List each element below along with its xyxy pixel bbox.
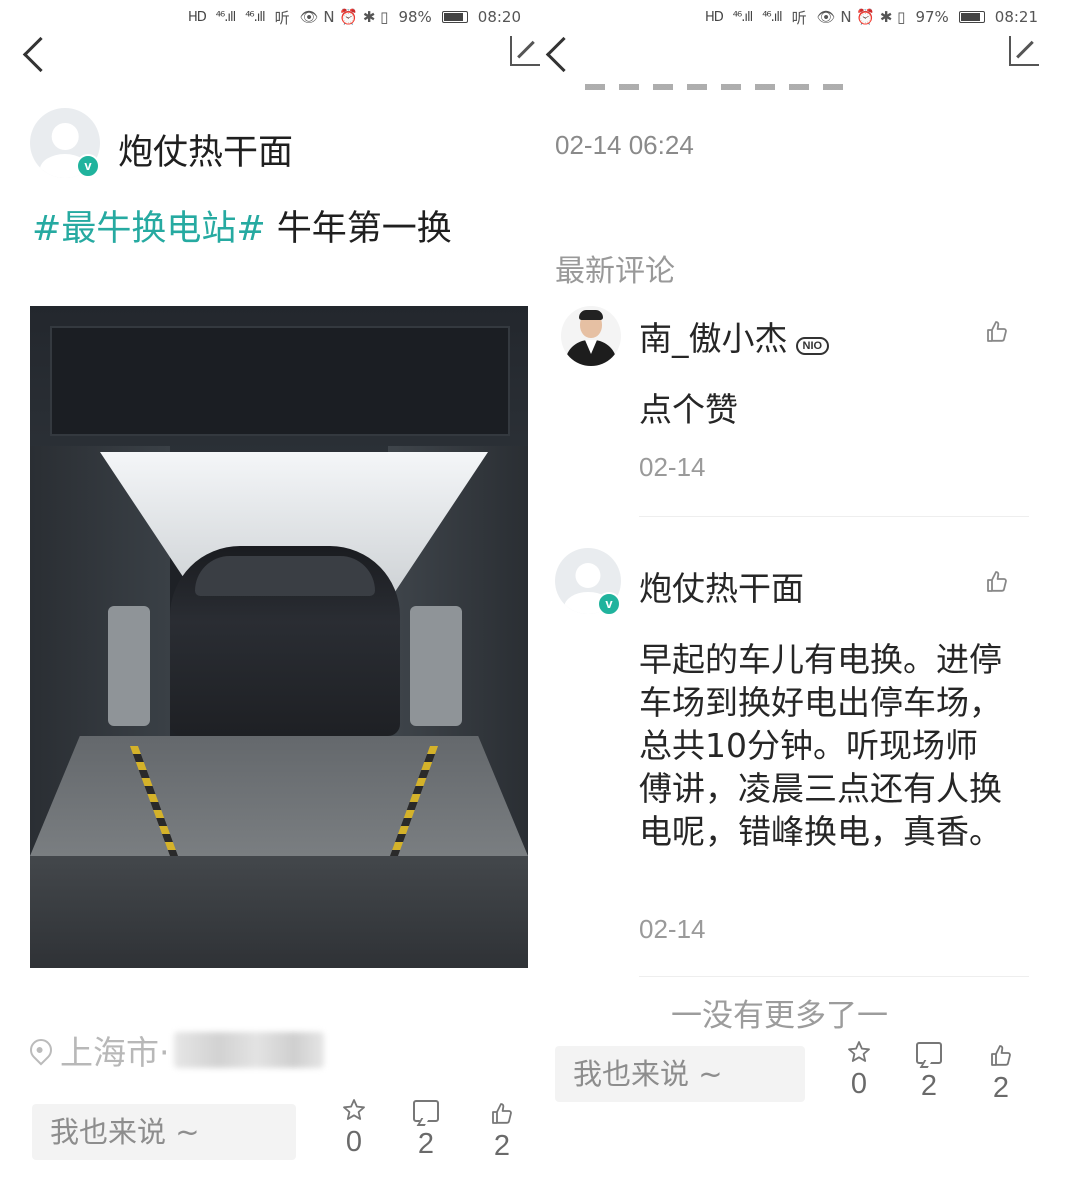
section-title: 最新评论	[555, 254, 675, 289]
hd-indicator: HD	[705, 9, 724, 25]
comment-input[interactable]: 我也来说 ~	[555, 1046, 805, 1102]
verified-badge: v	[597, 592, 621, 616]
location-text: 上海市·	[60, 1033, 170, 1072]
photo-car-window	[195, 556, 375, 596]
thumbs-up-icon	[492, 1103, 512, 1124]
comment-author[interactable]: 炮仗热干面	[639, 562, 804, 610]
comment-time: 02-14	[639, 914, 706, 944]
photo-beam	[50, 326, 510, 436]
chevron-left-icon[interactable]	[545, 32, 581, 76]
favorite-count: 0	[850, 1068, 868, 1100]
battery-icon	[441, 11, 468, 23]
like-count: 2	[992, 1072, 1010, 1104]
favorite-count: 0	[345, 1126, 363, 1158]
post-photo[interactable]	[30, 306, 528, 968]
comment-button[interactable]: 2	[406, 1100, 446, 1161]
comment-text: 早起的车儿有电换。进停车场到换好电出停车场，总共10分钟。听现场师傅讲，凌晨三点…	[639, 640, 1002, 851]
like-button[interactable]: 2	[482, 1102, 522, 1163]
signal-icon: ⁴⁶.ıll	[215, 9, 236, 25]
comment-count: 2	[920, 1070, 938, 1102]
comment-author-name: 南_傲小杰	[639, 319, 788, 358]
share-icon[interactable]	[510, 36, 540, 66]
photo-platform	[30, 736, 528, 856]
comment-icon	[413, 1100, 439, 1122]
photo-robot-arm	[108, 606, 150, 726]
chevron-left-icon[interactable]	[18, 32, 58, 76]
status-time: 08:21	[994, 8, 1039, 26]
star-icon	[343, 1099, 365, 1120]
thumbs-up-icon	[991, 1045, 1011, 1066]
left-screen: HD ⁴⁶.ıll ⁴⁶.ıll 听 👁 N ⏰ ✱ ▯ 98% 08:20 v…	[0, 0, 545, 1190]
status-extra: 听	[274, 8, 290, 27]
like-count: 2	[493, 1130, 511, 1162]
star-icon	[848, 1041, 870, 1062]
comment-input[interactable]: 我也来说 ~	[32, 1104, 296, 1160]
signal-icon: ⁴⁶.ıll	[732, 9, 753, 25]
post-text: 牛年第一换	[265, 209, 452, 249]
status-extra: 听	[791, 8, 807, 27]
avatar[interactable]	[561, 306, 621, 366]
cropped-text	[585, 70, 845, 90]
location-pin-icon	[25, 1034, 57, 1066]
location[interactable]: 上海市·	[25, 1026, 324, 1074]
hashtag-link[interactable]: #最牛换电站#	[32, 209, 266, 249]
favorite-button[interactable]: 0	[334, 1098, 374, 1159]
signal-icon: ⁴⁶.ıll	[245, 9, 265, 25]
post-time: 02-14 06:24	[555, 130, 694, 160]
verified-badge: v	[76, 154, 100, 178]
comment-text: 点个赞	[639, 390, 738, 429]
post-author[interactable]: 炮仗热干面	[118, 124, 293, 175]
no-more-label: 一没有更多了一	[671, 998, 888, 1034]
comment-count: 2	[417, 1128, 435, 1160]
battery-icon	[958, 11, 985, 23]
comment-button[interactable]: 2	[909, 1042, 949, 1103]
status-icons: 👁 N ⏰ ✱ ▯	[299, 8, 389, 26]
share-icon[interactable]	[1009, 36, 1039, 66]
comment-icon	[916, 1042, 942, 1064]
comment-author[interactable]: 南_傲小杰 NIO	[639, 312, 830, 360]
divider	[639, 976, 1029, 977]
status-time: 08:20	[477, 8, 522, 26]
comment-author-name: 炮仗热干面	[639, 569, 804, 608]
like-button[interactable]: 2	[981, 1044, 1021, 1105]
status-bar: HD ⁴⁶.ıll ⁴⁶.ıll 听 👁 N ⏰ ✱ ▯ 98% 08:20	[188, 0, 521, 34]
hd-indicator: HD	[188, 9, 207, 25]
thumbs-up-icon[interactable]	[985, 320, 1009, 344]
thumbs-up-icon[interactable]	[985, 570, 1009, 594]
photo-ground	[30, 856, 528, 968]
post-body: #最牛换电站# 牛年第一换	[32, 200, 452, 251]
battery-percent: 97%	[915, 8, 949, 26]
blurred-address	[173, 1032, 324, 1068]
signal-icon: ⁴⁶.ıll	[762, 9, 782, 25]
status-bar: HD ⁴⁶.ıll ⁴⁶.ıll 听 👁 N ⏰ ✱ ▯ 97% 08:21	[705, 0, 1038, 34]
photo-robot-arm	[410, 606, 462, 726]
battery-percent: 98%	[398, 8, 432, 26]
favorite-button[interactable]: 0	[839, 1040, 879, 1101]
right-screen: HD ⁴⁶.ıll ⁴⁶.ıll 听 👁 N ⏰ ✱ ▯ 97% 08:21 0…	[545, 0, 1080, 1190]
divider	[639, 516, 1029, 517]
status-icons: 👁 N ⏰ ✱ ▯	[816, 8, 906, 26]
nio-badge: NIO	[795, 336, 830, 355]
comment-time: 02-14	[639, 452, 706, 482]
